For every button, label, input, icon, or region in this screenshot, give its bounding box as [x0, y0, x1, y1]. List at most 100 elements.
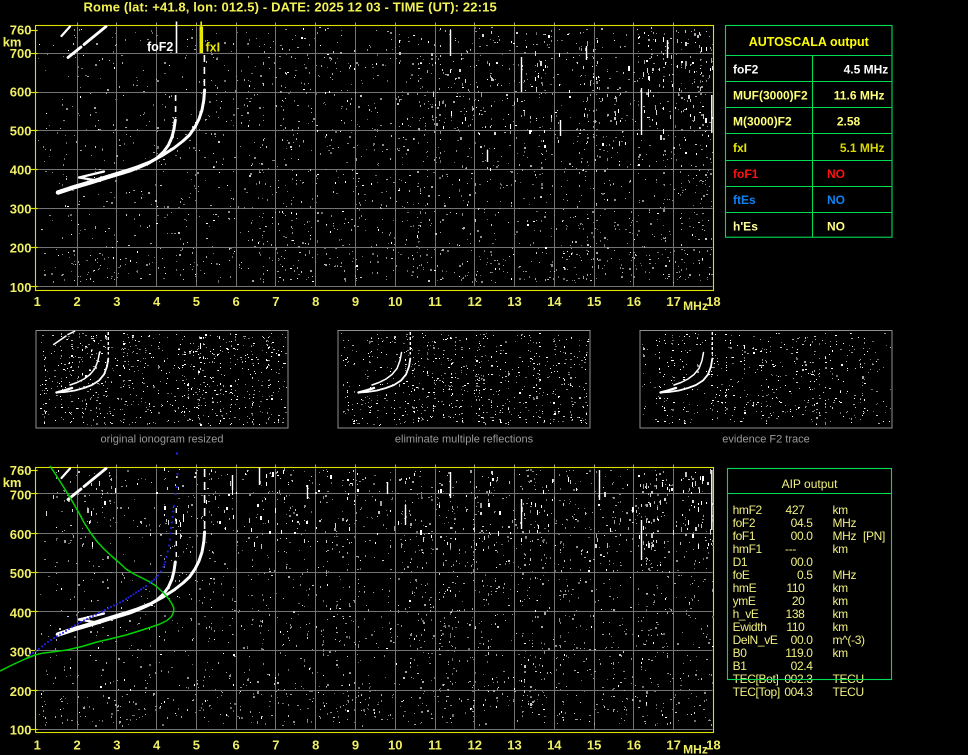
svg-text:fxI: fxI: [206, 41, 221, 55]
svg-text:NO: NO: [827, 219, 845, 233]
svg-text:hmE: hmE: [733, 581, 757, 595]
svg-text:MHz: MHz: [833, 529, 857, 543]
svg-text:4.5 MHz: 4.5 MHz: [844, 62, 889, 76]
svg-text:4: 4: [153, 294, 161, 309]
svg-text:6: 6: [233, 738, 240, 753]
svg-text:original ionogram resized: original ionogram resized: [101, 434, 224, 446]
svg-text:NO: NO: [827, 167, 845, 181]
svg-text:9: 9: [352, 738, 359, 753]
svg-text:1: 1: [34, 294, 41, 309]
svg-text:Rome (lat: +41.8, lon: 012.5): Rome (lat: +41.8, lon: 012.5) - DATE: 20…: [84, 0, 497, 15]
svg-text:700: 700: [10, 488, 32, 503]
svg-text:km: km: [833, 620, 849, 634]
svg-text:400: 400: [10, 163, 32, 178]
svg-text:M(3000)F2: M(3000)F2: [733, 115, 792, 129]
svg-text:2.58: 2.58: [837, 115, 861, 129]
svg-text:500: 500: [10, 124, 32, 139]
svg-text:7: 7: [272, 294, 279, 309]
svg-text:MHz: MHz: [833, 568, 857, 582]
svg-text:119.0: 119.0: [785, 646, 813, 660]
svg-text:MHz: MHz: [683, 299, 708, 313]
svg-text:eliminate multiple reflections: eliminate multiple reflections: [395, 434, 534, 446]
svg-text:km: km: [833, 607, 849, 621]
svg-text:16: 16: [627, 294, 641, 309]
svg-text:3: 3: [113, 738, 120, 753]
svg-text:MHz: MHz: [683, 743, 708, 755]
svg-text:11: 11: [428, 738, 442, 753]
svg-text:hmF2: hmF2: [733, 503, 763, 517]
svg-text:TECU: TECU: [833, 685, 864, 699]
svg-text:04.5: 04.5: [791, 516, 814, 530]
svg-text:km: km: [833, 594, 849, 608]
svg-text:NO: NO: [827, 193, 845, 207]
svg-text:foF2: foF2: [147, 40, 173, 54]
svg-text:km: km: [833, 503, 849, 517]
svg-text:MUF(3000)F2: MUF(3000)F2: [733, 88, 808, 102]
svg-text:6: 6: [233, 294, 240, 309]
svg-text:km: km: [833, 646, 849, 660]
svg-text:11: 11: [428, 294, 442, 309]
svg-text:200: 200: [10, 684, 32, 699]
svg-text:600: 600: [10, 85, 32, 100]
svg-text:18: 18: [706, 294, 720, 309]
svg-text:10: 10: [388, 294, 402, 309]
svg-text:9: 9: [352, 294, 359, 309]
svg-text:5: 5: [193, 738, 200, 753]
svg-text:300: 300: [10, 201, 32, 216]
svg-text:110: 110: [786, 620, 805, 634]
svg-text:TEC[Top]: TEC[Top]: [733, 685, 780, 699]
svg-text:13: 13: [507, 738, 521, 753]
svg-text:00.0: 00.0: [791, 529, 814, 543]
svg-text:AUTOSCALA output: AUTOSCALA output: [749, 35, 870, 49]
svg-text:700: 700: [10, 46, 32, 61]
svg-text:15: 15: [587, 738, 601, 753]
svg-text:00.0: 00.0: [791, 555, 814, 569]
svg-text:100: 100: [10, 722, 32, 737]
svg-text:8: 8: [312, 294, 319, 309]
svg-text:hmF1: hmF1: [733, 542, 763, 556]
svg-text:foE: foE: [733, 568, 750, 582]
svg-text:13: 13: [507, 294, 521, 309]
svg-text:[PN]: [PN]: [863, 529, 885, 543]
svg-text:foF2: foF2: [733, 62, 759, 76]
svg-text:0.5: 0.5: [797, 568, 813, 582]
svg-text:foF2: foF2: [733, 516, 756, 530]
svg-text:16: 16: [627, 738, 641, 753]
svg-text:4: 4: [153, 738, 161, 753]
svg-text:B1: B1: [733, 659, 748, 673]
svg-text:400: 400: [10, 605, 32, 620]
svg-text:7: 7: [272, 738, 279, 753]
svg-text:110: 110: [786, 581, 805, 595]
svg-text:427: 427: [786, 503, 806, 517]
svg-text:100: 100: [10, 280, 32, 295]
svg-text:5.1 MHz: 5.1 MHz: [840, 141, 885, 155]
svg-text:00.0: 00.0: [791, 633, 814, 647]
svg-text:600: 600: [10, 527, 32, 542]
svg-text:17: 17: [666, 294, 680, 309]
svg-text:15: 15: [587, 294, 601, 309]
svg-text:evidence F2 trace: evidence F2 trace: [722, 434, 809, 446]
svg-text:20: 20: [792, 594, 805, 608]
svg-text:10: 10: [388, 738, 402, 753]
svg-text:Ewidth: Ewidth: [733, 620, 767, 634]
svg-text:200: 200: [10, 240, 32, 255]
svg-text:12: 12: [468, 738, 482, 753]
svg-text:foF1: foF1: [733, 529, 756, 543]
svg-text:8: 8: [312, 738, 319, 753]
svg-text:DelN_vE: DelN_vE: [733, 633, 778, 647]
svg-text:02.4: 02.4: [791, 659, 814, 673]
svg-text:11.6 MHz: 11.6 MHz: [834, 88, 885, 102]
svg-text:fxI: fxI: [733, 141, 747, 155]
svg-text:1: 1: [34, 738, 41, 753]
svg-text:AIP output: AIP output: [782, 477, 838, 491]
svg-text:14: 14: [547, 738, 562, 753]
svg-text:foF1: foF1: [733, 167, 759, 181]
svg-text:h'Es: h'Es: [733, 219, 758, 233]
svg-text:2: 2: [73, 294, 80, 309]
svg-text:17: 17: [666, 738, 680, 753]
svg-text:18: 18: [706, 738, 720, 753]
svg-text:m^(-3): m^(-3): [833, 633, 866, 647]
svg-text:B0: B0: [733, 646, 748, 660]
svg-text:km: km: [833, 581, 849, 595]
svg-text:km: km: [833, 542, 849, 556]
